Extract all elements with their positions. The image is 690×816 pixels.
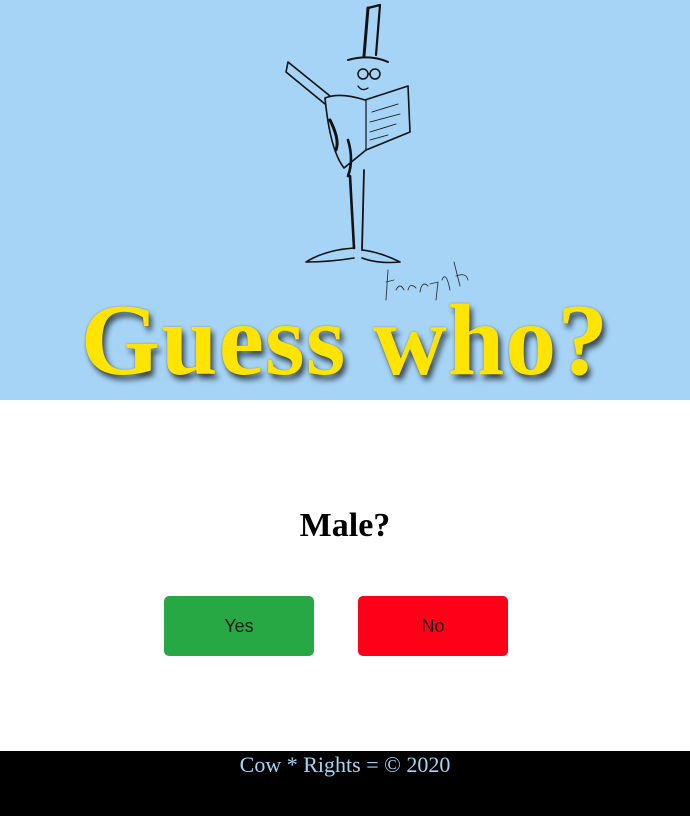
yes-button[interactable]: Yes [164, 596, 314, 656]
banner: Guess who? [0, 0, 690, 400]
page: Guess who? Male? Yes No Cow * Rights = ©… [0, 0, 690, 816]
copyright-text: Cow * Rights = © 2020 [239, 752, 451, 777]
sketch-illustration [285, 3, 469, 301]
page-title: Guess who? [80, 284, 610, 397]
footer: Cow * Rights = © 2020 [0, 751, 690, 816]
no-button[interactable]: No [358, 596, 508, 656]
question-text: Male? [299, 507, 391, 544]
